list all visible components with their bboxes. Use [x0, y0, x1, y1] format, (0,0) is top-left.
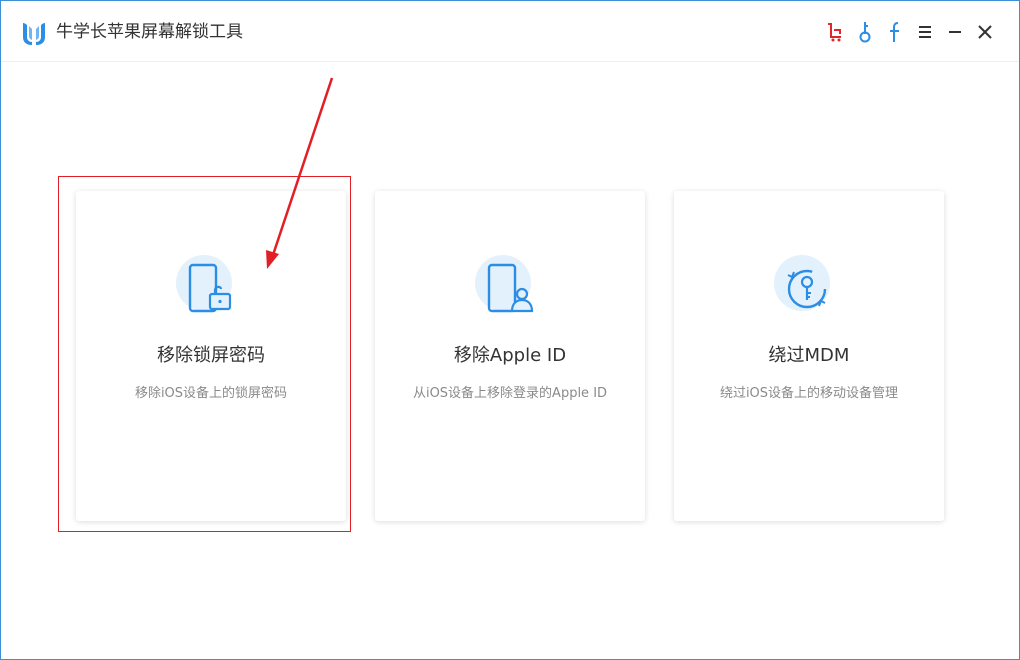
key-icon[interactable] — [854, 21, 876, 43]
app-window: 牛学长苹果屏幕解锁工具 移除锁屏密码 移除iOS设备上的锁屏密码 移除Apple… — [0, 0, 1020, 660]
app-title: 牛学长苹果屏幕解锁工具 — [56, 22, 243, 42]
menu-icon[interactable] — [914, 21, 936, 43]
card-description: 移除iOS设备上的锁屏密码 — [134, 386, 288, 401]
minimize-icon[interactable] — [944, 21, 966, 43]
facebook-icon[interactable] — [884, 21, 906, 43]
phone-user-icon — [475, 253, 545, 323]
bypass-mdm-card[interactable]: 绕过MDM 绕过iOS设备上的移动设备管理 — [674, 191, 944, 521]
card-title: 移除Apple ID — [453, 345, 567, 366]
card-description: 从iOS设备上移除登录的Apple ID — [412, 386, 608, 401]
cart-icon[interactable] — [824, 21, 846, 43]
card-title: 移除锁屏密码 — [157, 345, 265, 366]
app-logo-icon — [21, 20, 47, 46]
remove-screen-lock-card[interactable]: 移除锁屏密码 移除iOS设备上的锁屏密码 — [76, 191, 346, 521]
title-bar[interactable]: 牛学长苹果屏幕解锁工具 — [1, 1, 1019, 62]
phone-lock-icon — [176, 253, 246, 323]
close-icon[interactable] — [974, 21, 996, 43]
bypass-key-icon — [774, 253, 844, 323]
card-title: 绕过MDM — [768, 345, 850, 366]
remove-apple-id-card[interactable]: 移除Apple ID 从iOS设备上移除登录的Apple ID — [375, 191, 645, 521]
card-description: 绕过iOS设备上的移动设备管理 — [719, 386, 899, 401]
